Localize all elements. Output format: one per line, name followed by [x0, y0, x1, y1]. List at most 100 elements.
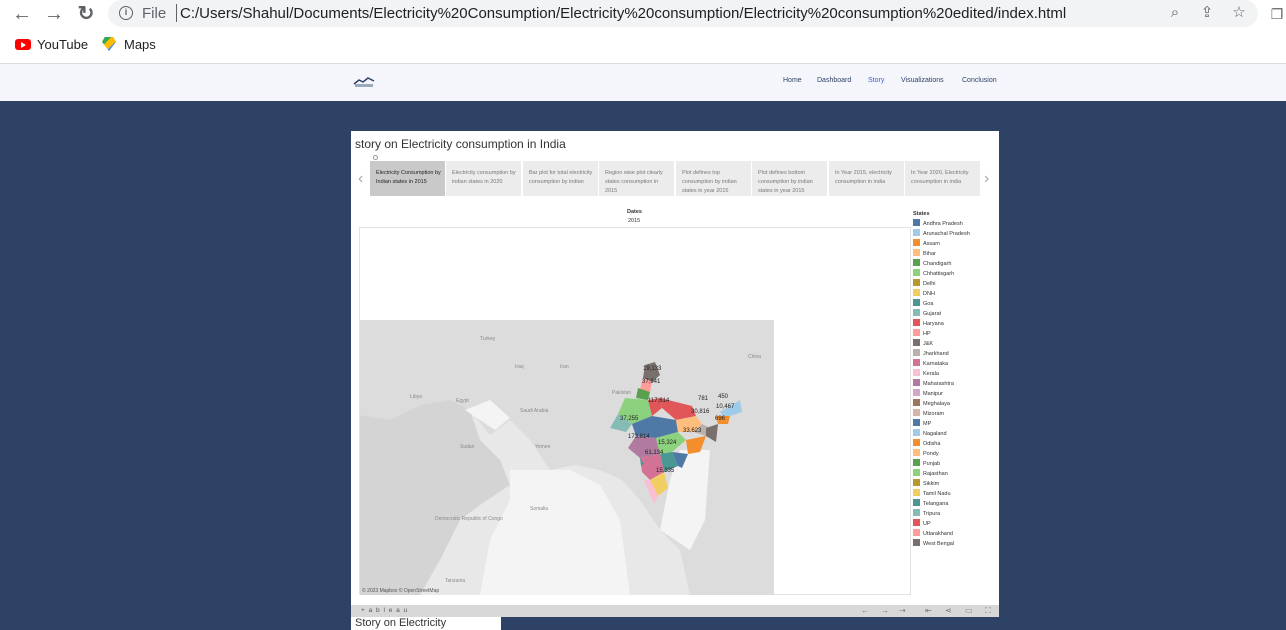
undo-icon[interactable]: ←	[861, 606, 869, 615]
legend-item[interactable]: DNH	[913, 289, 993, 299]
legend-swatch	[913, 379, 920, 386]
bookmark-star-icon[interactable]: ☆	[1230, 4, 1248, 22]
map-value-label: 781	[698, 396, 709, 402]
legend-swatch	[913, 389, 920, 396]
url-text[interactable]: C:/Users/Shahul/Documents/Electricity%20…	[180, 5, 1066, 22]
bookmark-maps[interactable]: Maps	[102, 37, 156, 55]
map-country-label: Egypt	[456, 398, 469, 404]
legend-item[interactable]: Meghalaya	[913, 399, 993, 409]
story-next-arrow-icon[interactable]: ›	[984, 170, 989, 188]
legend-item[interactable]: MP	[913, 419, 993, 429]
story-point-8[interactable]: In Year 2020, Electricity consumption in…	[905, 161, 980, 196]
story-point-7[interactable]: In Year 2015, electricity consumption in…	[829, 161, 904, 196]
legend-swatch	[913, 239, 920, 246]
legend-item[interactable]: Goa	[913, 299, 993, 309]
nav-dashboard[interactable]: Dashboard	[817, 77, 851, 84]
legend-label: Chandigarh	[923, 261, 952, 267]
map-country-label: China	[748, 354, 761, 360]
legend-item[interactable]: Karnataka	[913, 359, 993, 369]
story-point-1[interactable]: Electricity Consumption by Indian states…	[370, 161, 445, 196]
story-point-2[interactable]: Electricity consumption by indian states…	[446, 161, 521, 196]
legend-item[interactable]: Nagaland	[913, 429, 993, 439]
legend-swatch	[913, 309, 920, 316]
legend-item[interactable]: Kerala	[913, 369, 993, 379]
nav-story[interactable]: Story	[868, 77, 884, 84]
legend-item[interactable]: Telangana	[913, 499, 993, 509]
fullscreen-icon[interactable]: ⛶	[985, 606, 991, 616]
legend-item[interactable]: West Bengal	[913, 539, 993, 549]
revert-icon[interactable]: ⇢	[899, 606, 906, 615]
legend-item[interactable]: Sikkim	[913, 479, 993, 489]
legend-item[interactable]: Mizoram	[913, 409, 993, 419]
legend-label: Tripura	[923, 511, 941, 517]
story-point-5[interactable]: Plot defines top consumption by indian s…	[676, 161, 751, 196]
legend-item[interactable]: Arunachal Pradesh	[913, 229, 993, 239]
nav-home[interactable]: Home	[783, 77, 802, 84]
legend-label: Andhra Pradesh	[923, 221, 963, 227]
forward-arrow-icon[interactable]: →	[43, 3, 65, 25]
nav-visualizations[interactable]: Visualizations	[901, 77, 944, 84]
story-point-3[interactable]: Bar plot for total electricity consumpti…	[523, 161, 598, 196]
story-nav-dot[interactable]	[373, 155, 378, 160]
legend-item[interactable]: Tripura	[913, 509, 993, 519]
legend-item[interactable]: Haryana	[913, 319, 993, 329]
legend-item[interactable]: Punjab	[913, 459, 993, 469]
map-value-label: 10,467	[716, 404, 735, 410]
legend-item[interactable]: Assam	[913, 239, 993, 249]
legend-item[interactable]: Jharkhand	[913, 349, 993, 359]
legend-item[interactable]: Rajasthan	[913, 469, 993, 479]
story-point-4[interactable]: Region wise plot clearly states consumpt…	[599, 161, 674, 196]
legend-item[interactable]: Chandigarh	[913, 259, 993, 269]
redo-icon[interactable]: →	[881, 606, 889, 615]
legend-item[interactable]: Pondy	[913, 449, 993, 459]
legend-item[interactable]: J&K	[913, 339, 993, 349]
legend-item[interactable]: UP	[913, 519, 993, 529]
address-bar[interactable]: i File C:/Users/Shahul/Documents/Electri…	[108, 0, 1258, 27]
legend-label: Mizoram	[923, 411, 945, 417]
map-value-label: 37,255	[620, 416, 639, 422]
nav-conclusion[interactable]: Conclusion	[962, 77, 997, 84]
legend-item[interactable]: Uttarakhand	[913, 529, 993, 539]
legend-label: J&K	[923, 341, 934, 347]
tableau-logo[interactable]: + a b l e a u	[361, 607, 408, 614]
share-icon[interactable]: ⇪	[1198, 4, 1216, 22]
legend-label: Kerala	[923, 371, 939, 377]
info-icon[interactable]: i	[119, 6, 133, 20]
map-viz-frame[interactable]: Turkey Iraq Iran Libya Egypt Saudi Arabia Paki…	[359, 227, 911, 595]
legend-item[interactable]: Chhattisgarh	[913, 269, 993, 279]
legend-item[interactable]: HP	[913, 329, 993, 339]
map-country-label: Iran	[560, 364, 569, 370]
map-country-label: Saudi Arabia	[520, 408, 549, 414]
maps-icon	[102, 37, 116, 51]
comment-icon[interactable]: ▭	[965, 606, 973, 615]
legend-item[interactable]: Tamil Nadu	[913, 489, 993, 499]
india-map[interactable]: Turkey Iraq Iran Libya Egypt Saudi Arabia Paki…	[360, 320, 774, 595]
reset-icon[interactable]: ⇤	[925, 606, 932, 615]
legend-label: Arunachal Pradesh	[923, 231, 970, 237]
bookmark-maps-label: Maps	[124, 37, 156, 52]
story-title: story on Electricity consumption in Indi…	[355, 137, 566, 151]
back-arrow-icon[interactable]: ←	[11, 3, 33, 25]
legend-item[interactable]: Gujarat	[913, 309, 993, 319]
story-point-label: Electricity consumption by indian states…	[452, 170, 516, 185]
zoom-icon[interactable]: ⌕	[1166, 4, 1184, 22]
site-logo-icon[interactable]	[353, 76, 375, 88]
reload-icon[interactable]: ↻	[75, 3, 97, 25]
legend-item[interactable]: Delhi	[913, 279, 993, 289]
story-point-6[interactable]: Plot defines bottom consumption by india…	[752, 161, 827, 196]
tableau-toolbar: + a b l e a u ← → ⇢ ⇤ ⋖ ▭ ⛶	[351, 605, 999, 617]
legend-label: Tamil Nadu	[923, 491, 951, 497]
legend-item[interactable]: Maharashtra	[913, 379, 993, 389]
legend-item[interactable]: Odisha	[913, 439, 993, 449]
story-point-label: Region wise plot clearly states consumpt…	[605, 170, 663, 194]
share-icon[interactable]: ⋖	[945, 606, 952, 615]
youtube-icon	[15, 39, 31, 50]
legend-label: Assam	[923, 241, 940, 247]
bookmark-youtube[interactable]: YouTube	[15, 37, 88, 55]
map-country-label: Tanzania	[445, 578, 465, 584]
legend-item[interactable]: Manipur	[913, 389, 993, 399]
window-restore-icon[interactable]: ❐	[1266, 3, 1286, 25]
legend-item[interactable]: Bihar	[913, 249, 993, 259]
legend-item[interactable]: Andhra Pradesh	[913, 219, 993, 229]
story-prev-arrow-icon[interactable]: ‹	[358, 170, 363, 188]
